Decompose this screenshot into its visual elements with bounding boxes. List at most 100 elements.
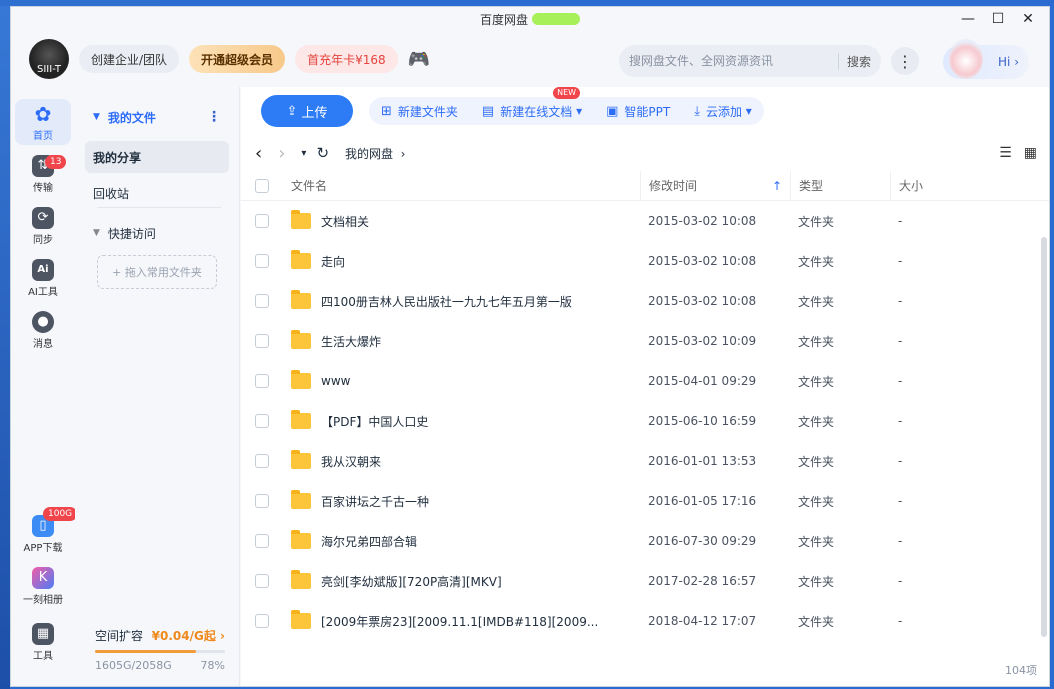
file-name[interactable]: 亮剑[李幼斌版][720P高清][MKV]: [321, 573, 502, 590]
breadcrumb[interactable]: 我的网盘 ›: [345, 145, 405, 162]
file-size: -: [898, 414, 903, 428]
file-name[interactable]: [2009年票房23][2009.11.1[IMDB#118][2009...: [321, 613, 598, 630]
nav-messages[interactable]: ● 消息: [15, 307, 71, 353]
upload-button[interactable]: ⇪ 上传: [261, 95, 353, 127]
table-row[interactable]: 亮剑[李幼斌版][720P高清][MKV] 2017-02-28 16:57 文件夹…: [241, 561, 1049, 601]
file-name[interactable]: 四100册吉林人民出版社一九九七年五月第一版: [321, 293, 572, 310]
sort-up-icon: ↑: [771, 178, 782, 193]
search-input[interactable]: [629, 54, 838, 68]
sidebar-my-files-label: 我的文件: [107, 110, 156, 125]
file-size: -: [898, 214, 903, 228]
avatar[interactable]: SIII-T: [29, 39, 69, 79]
header-time[interactable]: 修改时间 ↑: [640, 170, 790, 201]
forward-arrow-icon[interactable]: ›: [278, 143, 285, 164]
folder-icon: [291, 610, 311, 629]
new-online-doc-button[interactable]: ▤ 新建在线文档 ▾ NEW: [469, 87, 595, 125]
nav-ai-tools[interactable]: Ai AI工具: [15, 255, 71, 301]
promo-button[interactable]: 首充年卡¥168: [295, 45, 398, 73]
storage-panel[interactable]: 空间扩容 ¥0.04/G起 › 1605G/2058G 78%: [95, 627, 225, 672]
row-checkbox[interactable]: [255, 254, 269, 268]
scrollbar[interactable]: [1041, 237, 1047, 637]
row-checkbox[interactable]: [255, 534, 269, 548]
toolbar: ⇪ 上传 ⊞ 新建文件夹 ▤ 新建在线文档 ▾ NEW ▣ 智能PPT ⤓ 云添加 ▾: [241, 87, 1049, 135]
file-name[interactable]: 【PDF】中国人口史: [321, 413, 428, 430]
row-checkbox[interactable]: [255, 294, 269, 308]
sidebar-item-my-share[interactable]: 我的分享: [85, 141, 229, 173]
nav-sync[interactable]: ⟳ 同步: [15, 203, 71, 249]
table-row[interactable]: 生活大爆炸 2015-03-02 10:09 文件夹 -: [241, 321, 1049, 361]
file-name[interactable]: 海尔兄弟四部合辑: [321, 533, 417, 550]
more-dots-icon[interactable]: ⋮: [207, 109, 221, 125]
table-row[interactable]: 走向 2015-03-02 10:08 文件夹 -: [241, 241, 1049, 281]
chevron-down-icon: ▾: [745, 104, 752, 118]
maximize-icon[interactable]: ☐: [983, 9, 1013, 29]
new-doc-label: 新建在线文档: [500, 104, 573, 119]
header-size[interactable]: 大小: [890, 170, 980, 201]
row-checkbox[interactable]: [255, 454, 269, 468]
vip-button[interactable]: 开通超级会员: [189, 45, 286, 73]
header-name[interactable]: 文件名: [283, 177, 640, 194]
file-name[interactable]: 文档相关: [321, 213, 369, 230]
select-all-checkbox[interactable]: [255, 178, 269, 193]
sort-icon[interactable]: ☰: [999, 145, 1012, 161]
file-time: 2015-04-01 09:29: [648, 374, 757, 388]
new-folder-button[interactable]: ⊞ 新建文件夹: [369, 97, 470, 125]
file-name[interactable]: 生活大爆炸: [321, 333, 381, 350]
file-name[interactable]: 百家讲坛之千古一种: [321, 493, 429, 510]
sidebar: ▼ 我的文件 ⋮ 我的分享 回收站 ▼ 快捷访问 + 拖入常用文件夹 空间扩容 …: [75, 87, 240, 686]
file-type: 文件夹: [798, 214, 835, 229]
nav-tools[interactable]: ▦ 工具: [15, 619, 71, 665]
table-row[interactable]: 我从汉朝来 2016-01-01 13:53 文件夹 -: [241, 441, 1049, 481]
nav-album[interactable]: K 一刻相册: [15, 563, 71, 609]
grid-view-icon[interactable]: ▦: [1024, 145, 1037, 161]
row-checkbox[interactable]: [255, 494, 269, 508]
file-name[interactable]: www: [321, 374, 350, 388]
nav-album-label: 一刻相册: [23, 594, 63, 606]
sidebar-item-quick-access[interactable]: ▼ 快捷访问: [85, 217, 229, 249]
history-dropdown-icon[interactable]: ▾: [301, 148, 306, 159]
row-checkbox[interactable]: [255, 374, 269, 388]
storage-price[interactable]: ¥0.04/G起 ›: [152, 627, 225, 644]
row-checkbox[interactable]: [255, 614, 269, 628]
row-checkbox[interactable]: [255, 334, 269, 348]
nav-app-label: APP下载: [23, 542, 63, 554]
nav-app-download[interactable]: ▯ APP下载 100G: [15, 507, 78, 557]
smart-ppt-button[interactable]: ▣ 智能PPT: [594, 97, 683, 125]
sidebar-item-my-files[interactable]: ▼ 我的文件 ⋮: [85, 101, 229, 133]
refresh-icon[interactable]: ↻: [316, 144, 329, 162]
nav-transfer[interactable]: ⇅ 传输 13: [15, 151, 71, 197]
table-row[interactable]: [2009年票房23][2009.11.1[IMDB#118][2009... 2…: [241, 601, 1049, 641]
minimize-icon[interactable]: —: [953, 9, 983, 29]
table-row[interactable]: 海尔兄弟四部合辑 2016-07-30 09:29 文件夹 -: [241, 521, 1049, 561]
create-team-button[interactable]: 创建企业/团队: [79, 45, 180, 73]
table-row[interactable]: 四100册吉林人民出版社一九九七年五月第一版 2015-03-02 10:08 文件…: [241, 281, 1049, 321]
table-row[interactable]: 【PDF】中国人口史 2015-06-10 16:59 文件夹 -: [241, 401, 1049, 441]
cloud-add-button[interactable]: ⤓ 云添加 ▾: [682, 97, 764, 125]
mascot-icon[interactable]: [949, 39, 983, 79]
header-type[interactable]: 类型: [790, 170, 890, 201]
nav-home[interactable]: ✿ 首页: [15, 99, 71, 145]
table-row[interactable]: 百家讲坛之千古一种 2016-01-05 17:16 文件夹 -: [241, 481, 1049, 521]
file-time: 2015-06-10 16:59: [648, 414, 757, 428]
close-icon[interactable]: ✕: [1013, 9, 1043, 29]
drop-favorite-folder-zone[interactable]: + 拖入常用文件夹: [97, 255, 217, 289]
row-checkbox[interactable]: [255, 574, 269, 588]
left-nav: ✿ 首页 ⇅ 传输 13 ⟳ 同步 Ai AI工具 ● 消息 ▯ APP下载 1…: [11, 87, 78, 686]
file-time: 2017-02-28 16:57: [648, 574, 757, 588]
nav-transfer-label: 传输: [33, 182, 53, 194]
back-arrow-icon[interactable]: ‹: [255, 143, 262, 164]
upload-icon: ⇪: [286, 103, 298, 119]
sidebar-item-recycle[interactable]: 回收站: [85, 177, 229, 209]
table-row[interactable]: 文档相关 2015-03-02 10:08 文件夹 -: [241, 201, 1049, 241]
nav-tools-label: 工具: [33, 650, 53, 662]
table-row[interactable]: www 2015-04-01 09:29 文件夹 -: [241, 361, 1049, 401]
row-checkbox[interactable]: [255, 414, 269, 428]
file-type: 文件夹: [798, 494, 835, 509]
file-name[interactable]: 我从汉朝来: [321, 453, 381, 470]
gamepad-icon[interactable]: 🎮: [408, 49, 430, 70]
file-name[interactable]: 走向: [321, 253, 345, 270]
search-button[interactable]: 搜索: [837, 52, 871, 70]
row-checkbox[interactable]: [255, 214, 269, 228]
more-options-icon[interactable]: ⋮: [891, 47, 919, 75]
album-icon: K: [32, 566, 54, 589]
